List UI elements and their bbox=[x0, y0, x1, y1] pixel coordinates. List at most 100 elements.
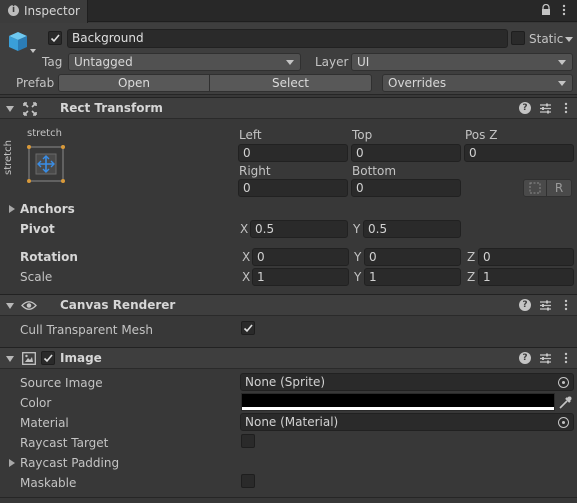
tab-label: Inspector bbox=[24, 4, 80, 18]
canvas-renderer-header[interactable]: Canvas Renderer ? bbox=[0, 294, 577, 316]
layer-dropdown[interactable]: UI bbox=[351, 53, 573, 71]
help-icon[interactable]: ? bbox=[519, 102, 531, 114]
pivot-y-input[interactable]: 0.5 bbox=[363, 220, 461, 238]
prefab-overrides-dropdown[interactable]: Overrides bbox=[382, 74, 573, 92]
prefab-select-button[interactable]: Select bbox=[209, 74, 372, 92]
raycast-target-label: Raycast Target bbox=[20, 436, 109, 450]
eyedropper-icon[interactable] bbox=[557, 393, 573, 411]
help-icon[interactable]: ? bbox=[519, 299, 531, 311]
info-icon: i bbox=[8, 5, 19, 16]
kebab-menu-icon[interactable] bbox=[563, 352, 569, 364]
preset-icon[interactable] bbox=[539, 299, 552, 312]
kebab-menu-icon[interactable] bbox=[561, 4, 567, 16]
bottom-divider bbox=[0, 497, 577, 498]
anchor-preset-button[interactable] bbox=[27, 145, 65, 183]
image-header[interactable]: Image ? bbox=[0, 347, 577, 369]
rect-transform-header[interactable]: Rect Transform ? bbox=[0, 97, 577, 119]
kebab-menu-icon[interactable] bbox=[563, 102, 569, 114]
tab-inspector[interactable]: i Inspector bbox=[0, 0, 88, 23]
pivot-y-label[interactable]: Y bbox=[353, 220, 360, 238]
scale-y-input[interactable]: 1 bbox=[364, 268, 461, 286]
cull-transparent-mesh-label: Cull Transparent Mesh bbox=[20, 323, 153, 337]
gameobject-name-input[interactable]: Background bbox=[67, 29, 508, 48]
rect-transform-icon bbox=[23, 102, 37, 116]
source-image-field[interactable]: None (Sprite) bbox=[240, 373, 574, 391]
scale-z-label[interactable]: Z bbox=[467, 268, 475, 286]
raycast-padding-fold-arrow-icon[interactable] bbox=[9, 459, 15, 467]
layer-value: UI bbox=[357, 55, 370, 69]
anchor-preset-vertical-label: stretch bbox=[3, 140, 14, 175]
tag-label: Tag bbox=[42, 55, 63, 69]
prefab-open-button[interactable]: Open bbox=[58, 74, 210, 92]
material-label: Material bbox=[20, 416, 69, 430]
rotation-label: Rotation bbox=[20, 250, 78, 264]
cull-transparent-mesh-checkbox[interactable] bbox=[241, 321, 255, 335]
scale-x-input[interactable]: 1 bbox=[252, 268, 349, 286]
prefab-label: Prefab bbox=[16, 76, 55, 90]
right-label: Right bbox=[239, 164, 271, 178]
raycast-padding-label[interactable]: Raycast Padding bbox=[20, 456, 119, 470]
posz-label: Pos Z bbox=[465, 128, 498, 142]
object-picker-icon[interactable] bbox=[558, 417, 569, 428]
rotation-z-input[interactable]: 0 bbox=[478, 248, 574, 266]
tag-dropdown[interactable]: Untagged bbox=[68, 53, 301, 71]
pivot-x-label[interactable]: X bbox=[240, 220, 248, 238]
image-enabled-checkbox[interactable] bbox=[41, 351, 55, 365]
overrides-label: Overrides bbox=[388, 76, 447, 90]
eye-icon bbox=[21, 299, 37, 312]
rotation-z-label[interactable]: Z bbox=[467, 248, 475, 266]
active-checkbox[interactable] bbox=[48, 31, 62, 45]
bottom-label: Bottom bbox=[352, 164, 397, 178]
source-image-value: None (Sprite) bbox=[245, 375, 326, 389]
source-image-label: Source Image bbox=[20, 376, 103, 390]
anchors-fold-arrow-icon[interactable] bbox=[9, 205, 15, 213]
left-input[interactable]: 0 bbox=[238, 144, 348, 162]
color-swatch[interactable] bbox=[241, 393, 555, 411]
static-dropdown-arrow[interactable] bbox=[565, 37, 573, 42]
fold-arrow-icon[interactable] bbox=[6, 106, 14, 112]
top-input[interactable]: 0 bbox=[351, 144, 461, 162]
scale-y-label[interactable]: Y bbox=[354, 268, 361, 286]
layer-label: Layer bbox=[315, 55, 349, 69]
kebab-menu-icon[interactable] bbox=[563, 299, 569, 311]
image-title: Image bbox=[60, 351, 102, 365]
fold-arrow-icon[interactable] bbox=[6, 356, 14, 362]
maskable-checkbox[interactable] bbox=[241, 474, 255, 488]
rotation-y-label[interactable]: Y bbox=[354, 248, 361, 266]
alpha-bar bbox=[242, 407, 554, 410]
scale-x-label[interactable]: X bbox=[242, 268, 250, 286]
raycast-target-checkbox[interactable] bbox=[241, 434, 255, 448]
chevron-down-icon bbox=[558, 81, 566, 86]
color-label: Color bbox=[20, 396, 52, 410]
preset-icon[interactable] bbox=[539, 352, 552, 365]
scale-label: Scale bbox=[20, 270, 53, 284]
right-input[interactable]: 0 bbox=[238, 179, 348, 197]
object-picker-icon[interactable] bbox=[558, 377, 569, 388]
posz-input[interactable]: 0 bbox=[464, 144, 574, 162]
top-label: Top bbox=[352, 128, 373, 142]
scale-z-input[interactable]: 1 bbox=[478, 268, 574, 286]
chevron-down-icon bbox=[558, 60, 566, 65]
fold-arrow-icon[interactable] bbox=[6, 303, 14, 309]
blueprint-mode-button[interactable] bbox=[523, 179, 547, 197]
rotation-x-label[interactable]: X bbox=[242, 248, 250, 266]
rotation-x-input[interactable]: 0 bbox=[252, 248, 349, 266]
rotation-y-input[interactable]: 0 bbox=[364, 248, 461, 266]
anchors-label[interactable]: Anchors bbox=[20, 202, 75, 216]
gameobject-cube-icon[interactable] bbox=[8, 29, 36, 57]
chevron-down-icon bbox=[286, 60, 294, 65]
left-label: Left bbox=[239, 128, 262, 142]
raw-edit-button[interactable]: R bbox=[546, 179, 572, 197]
preset-icon[interactable] bbox=[539, 102, 552, 115]
help-icon[interactable]: ? bbox=[519, 352, 531, 364]
pivot-label: Pivot bbox=[20, 222, 55, 236]
material-field[interactable]: None (Material) bbox=[240, 413, 574, 431]
bottom-input[interactable]: 0 bbox=[351, 179, 461, 197]
rect-transform-title: Rect Transform bbox=[60, 101, 163, 115]
lock-icon[interactable] bbox=[540, 3, 552, 16]
static-checkbox[interactable] bbox=[511, 31, 525, 45]
tag-value: Untagged bbox=[74, 55, 133, 69]
pivot-x-input[interactable]: 0.5 bbox=[250, 220, 348, 238]
maskable-label: Maskable bbox=[20, 476, 77, 490]
picker-dot bbox=[561, 420, 565, 424]
